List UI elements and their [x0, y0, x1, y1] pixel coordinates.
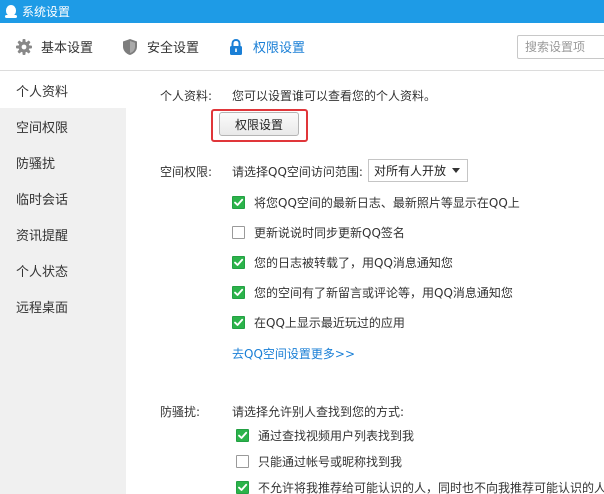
- harass-option-label: 不允许将我推荐给可能认识的人，同时也不向我推荐可能认识的人: [258, 481, 604, 494]
- tab-security-settings[interactable]: 安全设置: [107, 23, 213, 71]
- checkmark-icon: [234, 288, 244, 296]
- gear-icon: [15, 38, 33, 56]
- sidebar-item-news-alert[interactable]: 资讯提醒: [0, 216, 126, 252]
- space-option-label: 更新说说时同步更新QQ签名: [254, 226, 405, 240]
- tab-permission-settings[interactable]: 权限设置: [213, 23, 319, 71]
- sidebar-item-anti-harassment[interactable]: 防骚扰: [0, 144, 126, 180]
- sidebar-item-space-permission[interactable]: 空间权限: [0, 108, 126, 144]
- checkmark-icon: [234, 318, 244, 326]
- space-scope-value: 对所有人开放: [374, 164, 447, 178]
- lock-icon: [227, 38, 245, 56]
- search-input[interactable]: [517, 35, 604, 59]
- harass-section-label: 防骚扰:: [160, 405, 201, 419]
- harass-option-label: 只能通过帐号或昵称找到我: [258, 455, 403, 469]
- checkbox[interactable]: [236, 481, 249, 494]
- chevron-down-icon: [452, 168, 460, 173]
- window-title: 系统设置: [22, 5, 71, 19]
- checkbox[interactable]: [232, 196, 245, 209]
- harass-option-account-only[interactable]: 只能通过帐号或昵称找到我: [236, 453, 402, 470]
- checkmark-icon: [234, 258, 244, 266]
- space-section-label: 空间权限:: [160, 165, 213, 179]
- harass-prompt: 请选择允许别人查找到您的方式:: [232, 405, 405, 419]
- checkmark-icon: [234, 198, 244, 206]
- space-option-reshare-notify[interactable]: 您的日志被转载了，用QQ消息通知您: [232, 254, 453, 271]
- profile-description: 您可以设置谁可以查看您的个人资料。: [232, 89, 437, 103]
- checkbox[interactable]: [232, 286, 245, 299]
- space-option-show-updates[interactable]: 将您QQ空间的最新日志、最新照片等显示在QQ上: [232, 194, 520, 211]
- space-option-recent-apps[interactable]: 在QQ上显示最近玩过的应用: [232, 314, 405, 331]
- profile-section-label: 个人资料:: [160, 89, 213, 103]
- settings-toolbar: 基本设置 安全设置 权限设置: [0, 23, 604, 71]
- harass-option-no-recommend[interactable]: 不允许将我推荐给可能认识的人，同时也不向我推荐可能认识的人: [236, 479, 604, 494]
- space-scope-select[interactable]: 对所有人开放: [368, 159, 468, 182]
- sidebar-item-temp-chat[interactable]: 临时会话: [0, 180, 126, 216]
- tab-basic-settings-label: 基本设置: [41, 41, 94, 56]
- tab-basic-settings[interactable]: 基本设置: [0, 23, 107, 71]
- space-option-label: 您的日志被转载了，用QQ消息通知您: [254, 256, 453, 270]
- space-option-label: 在QQ上显示最近玩过的应用: [254, 316, 405, 330]
- shield-icon: [121, 38, 139, 56]
- checkbox[interactable]: [236, 455, 249, 468]
- harass-option-video-list[interactable]: 通过查找视频用户列表找到我: [236, 427, 414, 444]
- sidebar: 个人资料 空间权限 防骚扰 临时会话 资讯提醒 个人状态 远程桌面: [0, 72, 126, 494]
- tab-permission-settings-label: 权限设置: [253, 41, 306, 56]
- space-option-comment-notify[interactable]: 您的空间有了新留言或评论等，用QQ消息通知您: [232, 284, 513, 301]
- harass-option-label: 通过查找视频用户列表找到我: [258, 429, 415, 443]
- space-option-label: 您的空间有了新留言或评论等，用QQ消息通知您: [254, 286, 513, 300]
- qq-penguin-icon: [4, 4, 18, 19]
- sidebar-item-remote-desktop[interactable]: 远程桌面: [0, 288, 126, 324]
- space-option-sync-signature[interactable]: 更新说说时同步更新QQ签名: [232, 224, 405, 241]
- settings-content: 个人资料: 您可以设置谁可以查看您的个人资料。 权限设置 空间权限: 请选择QQ…: [126, 72, 604, 494]
- space-scope-prompt: 请选择QQ空间访问范围:: [232, 165, 363, 179]
- permission-settings-button[interactable]: 权限设置: [219, 112, 299, 136]
- tab-security-settings-label: 安全设置: [147, 41, 200, 56]
- checkmark-icon: [238, 483, 248, 491]
- checkbox[interactable]: [236, 429, 249, 442]
- sidebar-item-personal-status[interactable]: 个人状态: [0, 252, 126, 288]
- checkbox[interactable]: [232, 316, 245, 329]
- checkbox[interactable]: [232, 226, 245, 239]
- space-option-label: 将您QQ空间的最新日志、最新照片等显示在QQ上: [254, 196, 520, 210]
- sidebar-item-profile[interactable]: 个人资料: [0, 72, 126, 108]
- space-more-settings-link[interactable]: 去QQ空间设置更多>>: [232, 345, 355, 362]
- checkmark-icon: [238, 431, 248, 439]
- title-bar: 系统设置: [0, 0, 604, 23]
- checkbox[interactable]: [232, 256, 245, 269]
